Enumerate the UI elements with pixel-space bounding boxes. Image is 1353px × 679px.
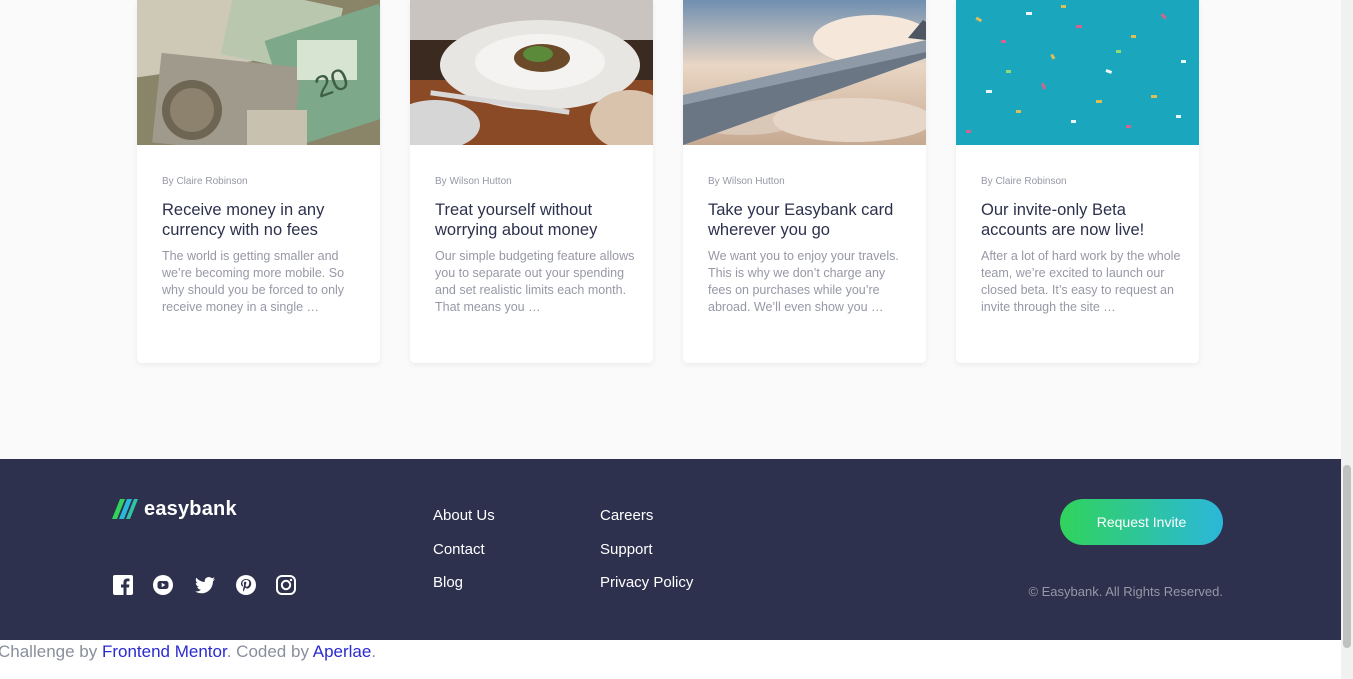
- author-link[interactable]: Aperlae: [313, 642, 372, 661]
- article-title[interactable]: Take your Easybank card wherever you go: [708, 200, 908, 240]
- footer-link-about[interactable]: About Us: [433, 507, 495, 524]
- twitter-icon[interactable]: [195, 575, 215, 595]
- article-excerpt: We want you to enjoy your travels. This …: [708, 249, 899, 314]
- article-title[interactable]: Treat yourself without worrying about mo…: [435, 200, 635, 240]
- pinterest-icon[interactable]: [236, 575, 256, 595]
- frontend-mentor-link[interactable]: Frontend Mentor: [102, 642, 227, 661]
- article-title[interactable]: Our invite-only Beta accounts are now li…: [981, 200, 1181, 240]
- article-author: By Claire Robinson: [981, 176, 1067, 187]
- footer-link-support[interactable]: Support: [600, 541, 653, 558]
- article-image-airplane: [683, 0, 926, 145]
- article-image-restaurant: [410, 0, 653, 145]
- vertical-scrollbar[interactable]: [1341, 0, 1353, 679]
- attribution-suffix: .: [371, 642, 377, 661]
- article-author: By Claire Robinson: [162, 176, 248, 187]
- article-excerpt: After a lot of hard work by the whole te…: [981, 249, 1181, 314]
- article-author: By Wilson Hutton: [435, 176, 512, 187]
- article-card[interactable]: 20 By Claire Robinson Receive money in a…: [137, 0, 380, 363]
- article-card[interactable]: By Wilson Hutton Take your Easybank card…: [683, 0, 926, 363]
- attribution-middle: . Coded by: [226, 642, 313, 661]
- articles-section: 20 By Claire Robinson Receive money in a…: [0, 0, 1341, 459]
- footer-link-careers[interactable]: Careers: [600, 507, 653, 524]
- article-card[interactable]: By Wilson Hutton Treat yourself without …: [410, 0, 653, 363]
- footer-link-blog[interactable]: Blog: [433, 574, 463, 591]
- site-footer: [0, 459, 1341, 640]
- instagram-icon[interactable]: [276, 575, 296, 595]
- article-excerpt: Our simple budgeting feature allows you …: [435, 249, 635, 314]
- footer-logo[interactable]: easybank: [112, 497, 237, 521]
- footer-link-privacy[interactable]: Privacy Policy: [600, 574, 693, 591]
- logo-mark-icon: [112, 499, 138, 519]
- article-image-currency: 20: [137, 0, 380, 145]
- facebook-icon[interactable]: [113, 575, 133, 595]
- page: 20 By Claire Robinson Receive money in a…: [0, 0, 1341, 679]
- article-author: By Wilson Hutton: [708, 176, 785, 187]
- scrollbar-thumb[interactable]: [1343, 465, 1351, 648]
- attribution-prefix: Challenge by: [0, 642, 102, 661]
- article-title[interactable]: Receive money in any currency with no fe…: [162, 200, 362, 240]
- attribution: Challenge by Frontend Mentor. Coded by A…: [0, 642, 376, 662]
- copyright-text: © Easybank. All Rights Reserved.: [1028, 584, 1223, 599]
- request-invite-button[interactable]: Request Invite: [1060, 499, 1223, 545]
- youtube-icon[interactable]: [153, 575, 173, 595]
- article-excerpt: The world is getting smaller and we’re b…: [162, 249, 345, 314]
- logo-text: easybank: [144, 497, 237, 520]
- footer-link-contact[interactable]: Contact: [433, 541, 485, 558]
- article-card[interactable]: By Claire Robinson Our invite-only Beta …: [956, 0, 1199, 363]
- article-image-confetti: [956, 0, 1199, 145]
